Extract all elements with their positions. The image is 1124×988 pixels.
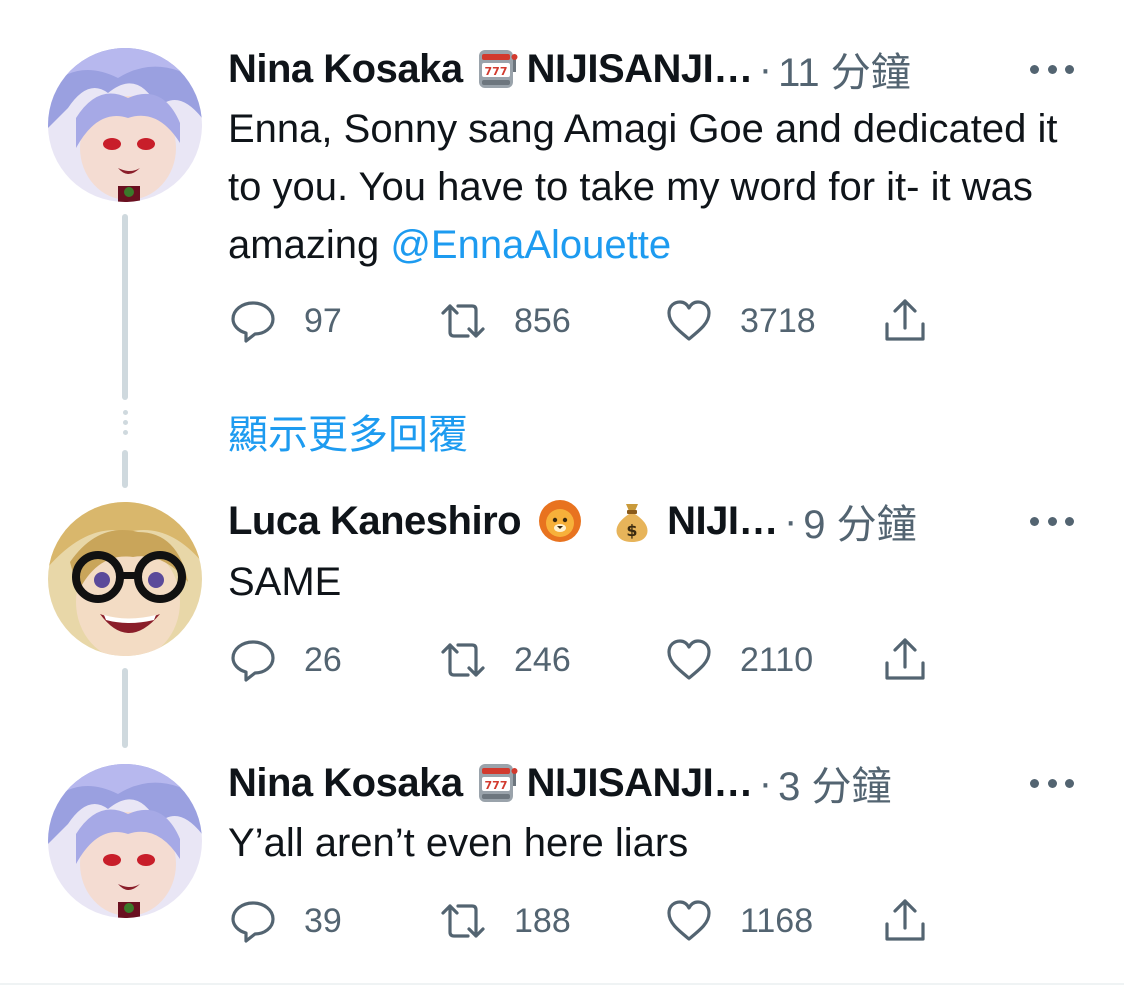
- separator: ·: [758, 760, 773, 805]
- author-name[interactable]: Luca Kaneshiro: [228, 499, 522, 544]
- like-icon: [667, 900, 711, 941]
- author-name[interactable]: Nina Kosaka: [228, 47, 463, 92]
- reply-button[interactable]: 26: [228, 635, 342, 685]
- share-icon: [885, 638, 925, 680]
- svg-text:$: $: [627, 521, 638, 540]
- more-icon[interactable]: [1030, 773, 1074, 793]
- reply-count: 26: [304, 640, 342, 679]
- separator: ·: [758, 46, 773, 91]
- tweet-actions: 26 246 2110: [228, 635, 948, 685]
- more-icon[interactable]: [1030, 59, 1074, 79]
- timestamp[interactable]: 3 分鐘: [778, 754, 891, 812]
- share-icon: [885, 299, 925, 341]
- reply-icon: [231, 640, 275, 682]
- like-count: 3718: [740, 301, 816, 340]
- like-count: 2110: [740, 640, 814, 679]
- slot-machine-emoji: 777: [473, 760, 519, 806]
- author-name[interactable]: Nina Kosaka: [228, 761, 463, 806]
- divider: [0, 983, 1124, 985]
- thread-line: [122, 668, 128, 748]
- retweet-count: 246: [514, 640, 571, 679]
- retweet-icon: [441, 304, 485, 338]
- timestamp[interactable]: 9 分鐘: [803, 492, 916, 550]
- share-button[interactable]: [880, 635, 930, 685]
- more-icon[interactable]: [1030, 511, 1074, 531]
- svg-text:777: 777: [484, 779, 507, 792]
- reply-icon: [231, 301, 275, 343]
- separator: ·: [783, 498, 798, 543]
- like-count: 1168: [740, 901, 814, 940]
- timestamp[interactable]: 11 分鐘: [778, 40, 911, 98]
- slot-machine-emoji: 777: [473, 46, 519, 92]
- retweet-button[interactable]: 188: [438, 896, 571, 946]
- tweet-text: Y’all aren’t even here liars: [228, 821, 689, 865]
- affiliation-badge: NIJISANJI…: [526, 760, 754, 805]
- like-button[interactable]: 1168: [664, 896, 813, 946]
- thread-gap-dots: [121, 410, 129, 440]
- tweet-actions: 97 856 3718: [228, 296, 948, 346]
- avatar[interactable]: [48, 48, 202, 202]
- reply-count: 39: [304, 901, 342, 940]
- share-button[interactable]: [880, 896, 930, 946]
- money-bag-emoji: $: [609, 498, 655, 544]
- tweet-text: Enna, Sonny sang Amagi Goe and dedicated…: [228, 100, 1098, 274]
- thread-line: [122, 450, 128, 488]
- svg-text:777: 777: [484, 65, 507, 78]
- retweet-icon: [441, 643, 485, 677]
- thread-line: [122, 214, 128, 400]
- retweet-button[interactable]: 856: [438, 296, 571, 346]
- retweet-count: 856: [514, 301, 571, 340]
- tweet-text: SAME: [228, 560, 342, 604]
- reply-button[interactable]: 39: [228, 896, 342, 946]
- avatar[interactable]: [48, 764, 202, 918]
- retweet-count: 188: [514, 901, 571, 940]
- share-icon: [885, 899, 925, 941]
- mention-link[interactable]: @EnnaAlouette: [390, 223, 671, 267]
- like-button[interactable]: 2110: [664, 635, 813, 685]
- avatar[interactable]: [48, 502, 202, 656]
- reply-count: 97: [304, 301, 342, 340]
- lion-emoji: [537, 498, 583, 544]
- tweet-actions: 39 188 1168: [228, 896, 948, 946]
- show-more-replies-link[interactable]: 顯示更多回覆: [228, 402, 468, 460]
- reply-icon: [231, 901, 275, 943]
- retweet-button[interactable]: 246: [438, 635, 571, 685]
- affiliation-badge: NIJI…: [667, 498, 778, 543]
- like-icon: [667, 300, 711, 341]
- affiliation-badge: NIJISANJI…: [526, 46, 754, 91]
- like-button[interactable]: 3718: [664, 296, 816, 346]
- retweet-icon: [441, 904, 485, 938]
- like-icon: [667, 639, 711, 680]
- reply-button[interactable]: 97: [228, 296, 342, 346]
- share-button[interactable]: [880, 296, 930, 346]
